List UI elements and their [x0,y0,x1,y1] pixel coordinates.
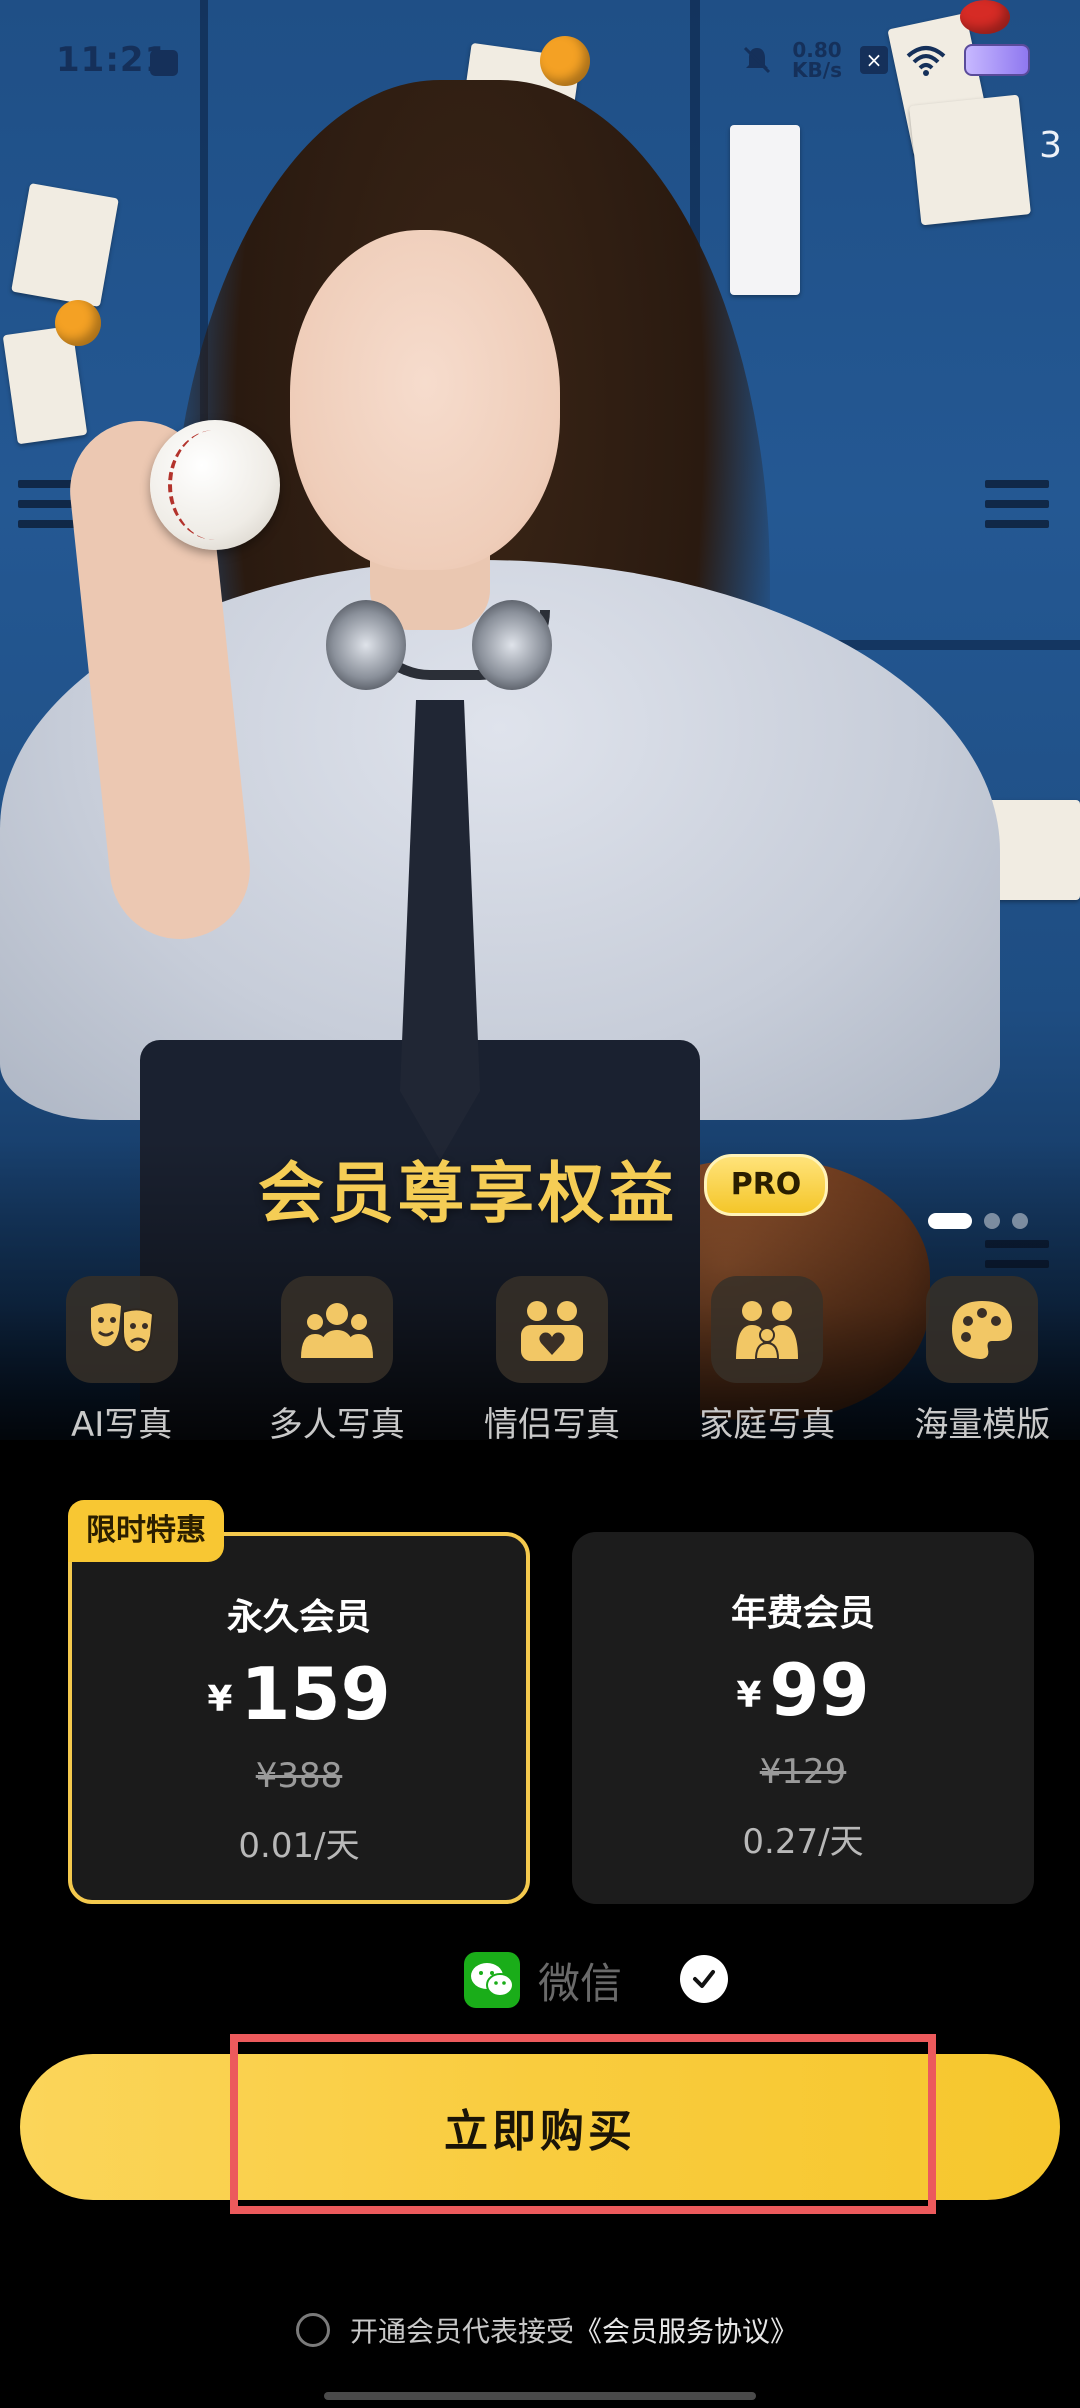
membership-plans: 限时特惠 永久会员 ¥159 ¥388 0.01/天 年费会员 ¥99 ¥129… [68,1500,1034,1904]
network-speed-unit: KB/s [792,58,842,82]
network-speed-value: 0.80 [792,38,842,62]
face [290,230,560,570]
home-indicator[interactable] [324,2392,756,2400]
status-icons: 0.80 KB/s × [740,40,1030,80]
locker-vent [985,500,1049,508]
feature-label: 海量模版 [914,1405,1051,1445]
highlight-box [230,2034,936,2214]
mute-bell-icon [743,46,771,74]
plan-price: ¥99 [572,1648,1034,1732]
wechat-icon [464,1952,520,2008]
member-benefits-title: 会员尊享权益 [258,1155,678,1232]
plan-price: ¥159 [72,1652,526,1736]
wifi-icon [906,46,946,76]
headphone-cup-right [472,600,552,690]
plan-name: 年费会员 [730,1593,875,1634]
close-notification-icon: × [860,46,888,74]
feature-icon-tile [280,1276,393,1383]
couple-heart-icon [521,1300,583,1361]
sticker-photo [11,183,119,307]
price-value: 99 [769,1648,870,1732]
feature-ai-portrait[interactable]: AI写真 [24,1276,219,1446]
feature-group-portrait[interactable]: 多人写真 [239,1276,434,1446]
agreement-radio[interactable] [296,2313,330,2347]
carousel-indicator [928,1213,1028,1229]
membership-screen: 11:21 0.80 KB/s × 3 会员尊享权益 PRO AI写真 多人写真… [0,0,1080,2408]
carousel-dot[interactable] [928,1213,972,1229]
headphone-cup-left [326,600,406,690]
pro-badge: PRO [704,1154,828,1216]
price-value: 159 [240,1652,391,1736]
payment-selected-checkmark-icon[interactable] [680,1955,728,2003]
feature-family-portrait[interactable]: 家庭写真 [670,1276,865,1446]
locker-vent [985,520,1049,528]
group-icon [300,1302,373,1358]
feature-icon-tile [65,1276,178,1383]
status-bar: 11:21 0.80 KB/s × [0,0,1080,120]
locker-label [730,125,800,295]
plan-card-lifetime[interactable]: 限时特惠 永久会员 ¥159 ¥388 0.01/天 [68,1500,530,1904]
battery-icon [964,44,1030,76]
magnet [55,300,101,346]
feature-icon-tile [711,1276,824,1383]
family-icon [736,1300,799,1360]
feature-label: 多人写真 [268,1405,405,1445]
currency-symbol: ¥ [736,1675,762,1716]
price-per-day: 0.27/天 [742,1822,864,1862]
currency-symbol: ¥ [207,1679,233,1720]
feature-couple-portrait[interactable]: 情侣写真 [454,1276,649,1446]
feature-template-library[interactable]: 海量模版 [885,1276,1080,1446]
plan-card-annual[interactable]: 年费会员 ¥99 ¥129 0.27/天 [572,1532,1034,1904]
payment-method-label: 微信 [538,1958,623,2008]
carousel-dot[interactable] [1012,1213,1028,1229]
feature-label: 家庭写真 [699,1405,836,1445]
image-page-counter: 3 [1039,125,1062,166]
limited-offer-tag: 限时特惠 [68,1500,224,1562]
feature-label: AI写真 [70,1405,173,1445]
locker-vent [985,480,1049,488]
original-price: ¥129 [759,1752,847,1792]
baseball [150,420,280,550]
original-price: ¥388 [255,1756,343,1796]
benefit-features: AI写真 多人写真 情侣写真 家庭写真 海量模版 [0,1276,1080,1446]
palette-icon [952,1300,1013,1359]
feature-label: 情侣写真 [484,1405,620,1445]
notification-app-icon [150,50,178,76]
feature-icon-tile [496,1276,608,1383]
payment-method-wechat[interactable]: 微信 [464,1950,622,2010]
price-per-day: 0.01/天 [238,1826,360,1866]
feature-icon-tile [926,1276,1039,1383]
network-speed: 0.80 KB/s [792,40,842,80]
carousel-dot[interactable] [984,1213,1000,1229]
agreement-row: 开通会员代表接受 《会员服务协议》 [296,2310,798,2350]
plan-name: 永久会员 [226,1597,371,1638]
theater-masks-icon [90,1302,154,1353]
agreement-text: 开通会员代表接受 [350,2315,575,2348]
agreement-link[interactable]: 《会员服务协议》 [574,2310,798,2350]
